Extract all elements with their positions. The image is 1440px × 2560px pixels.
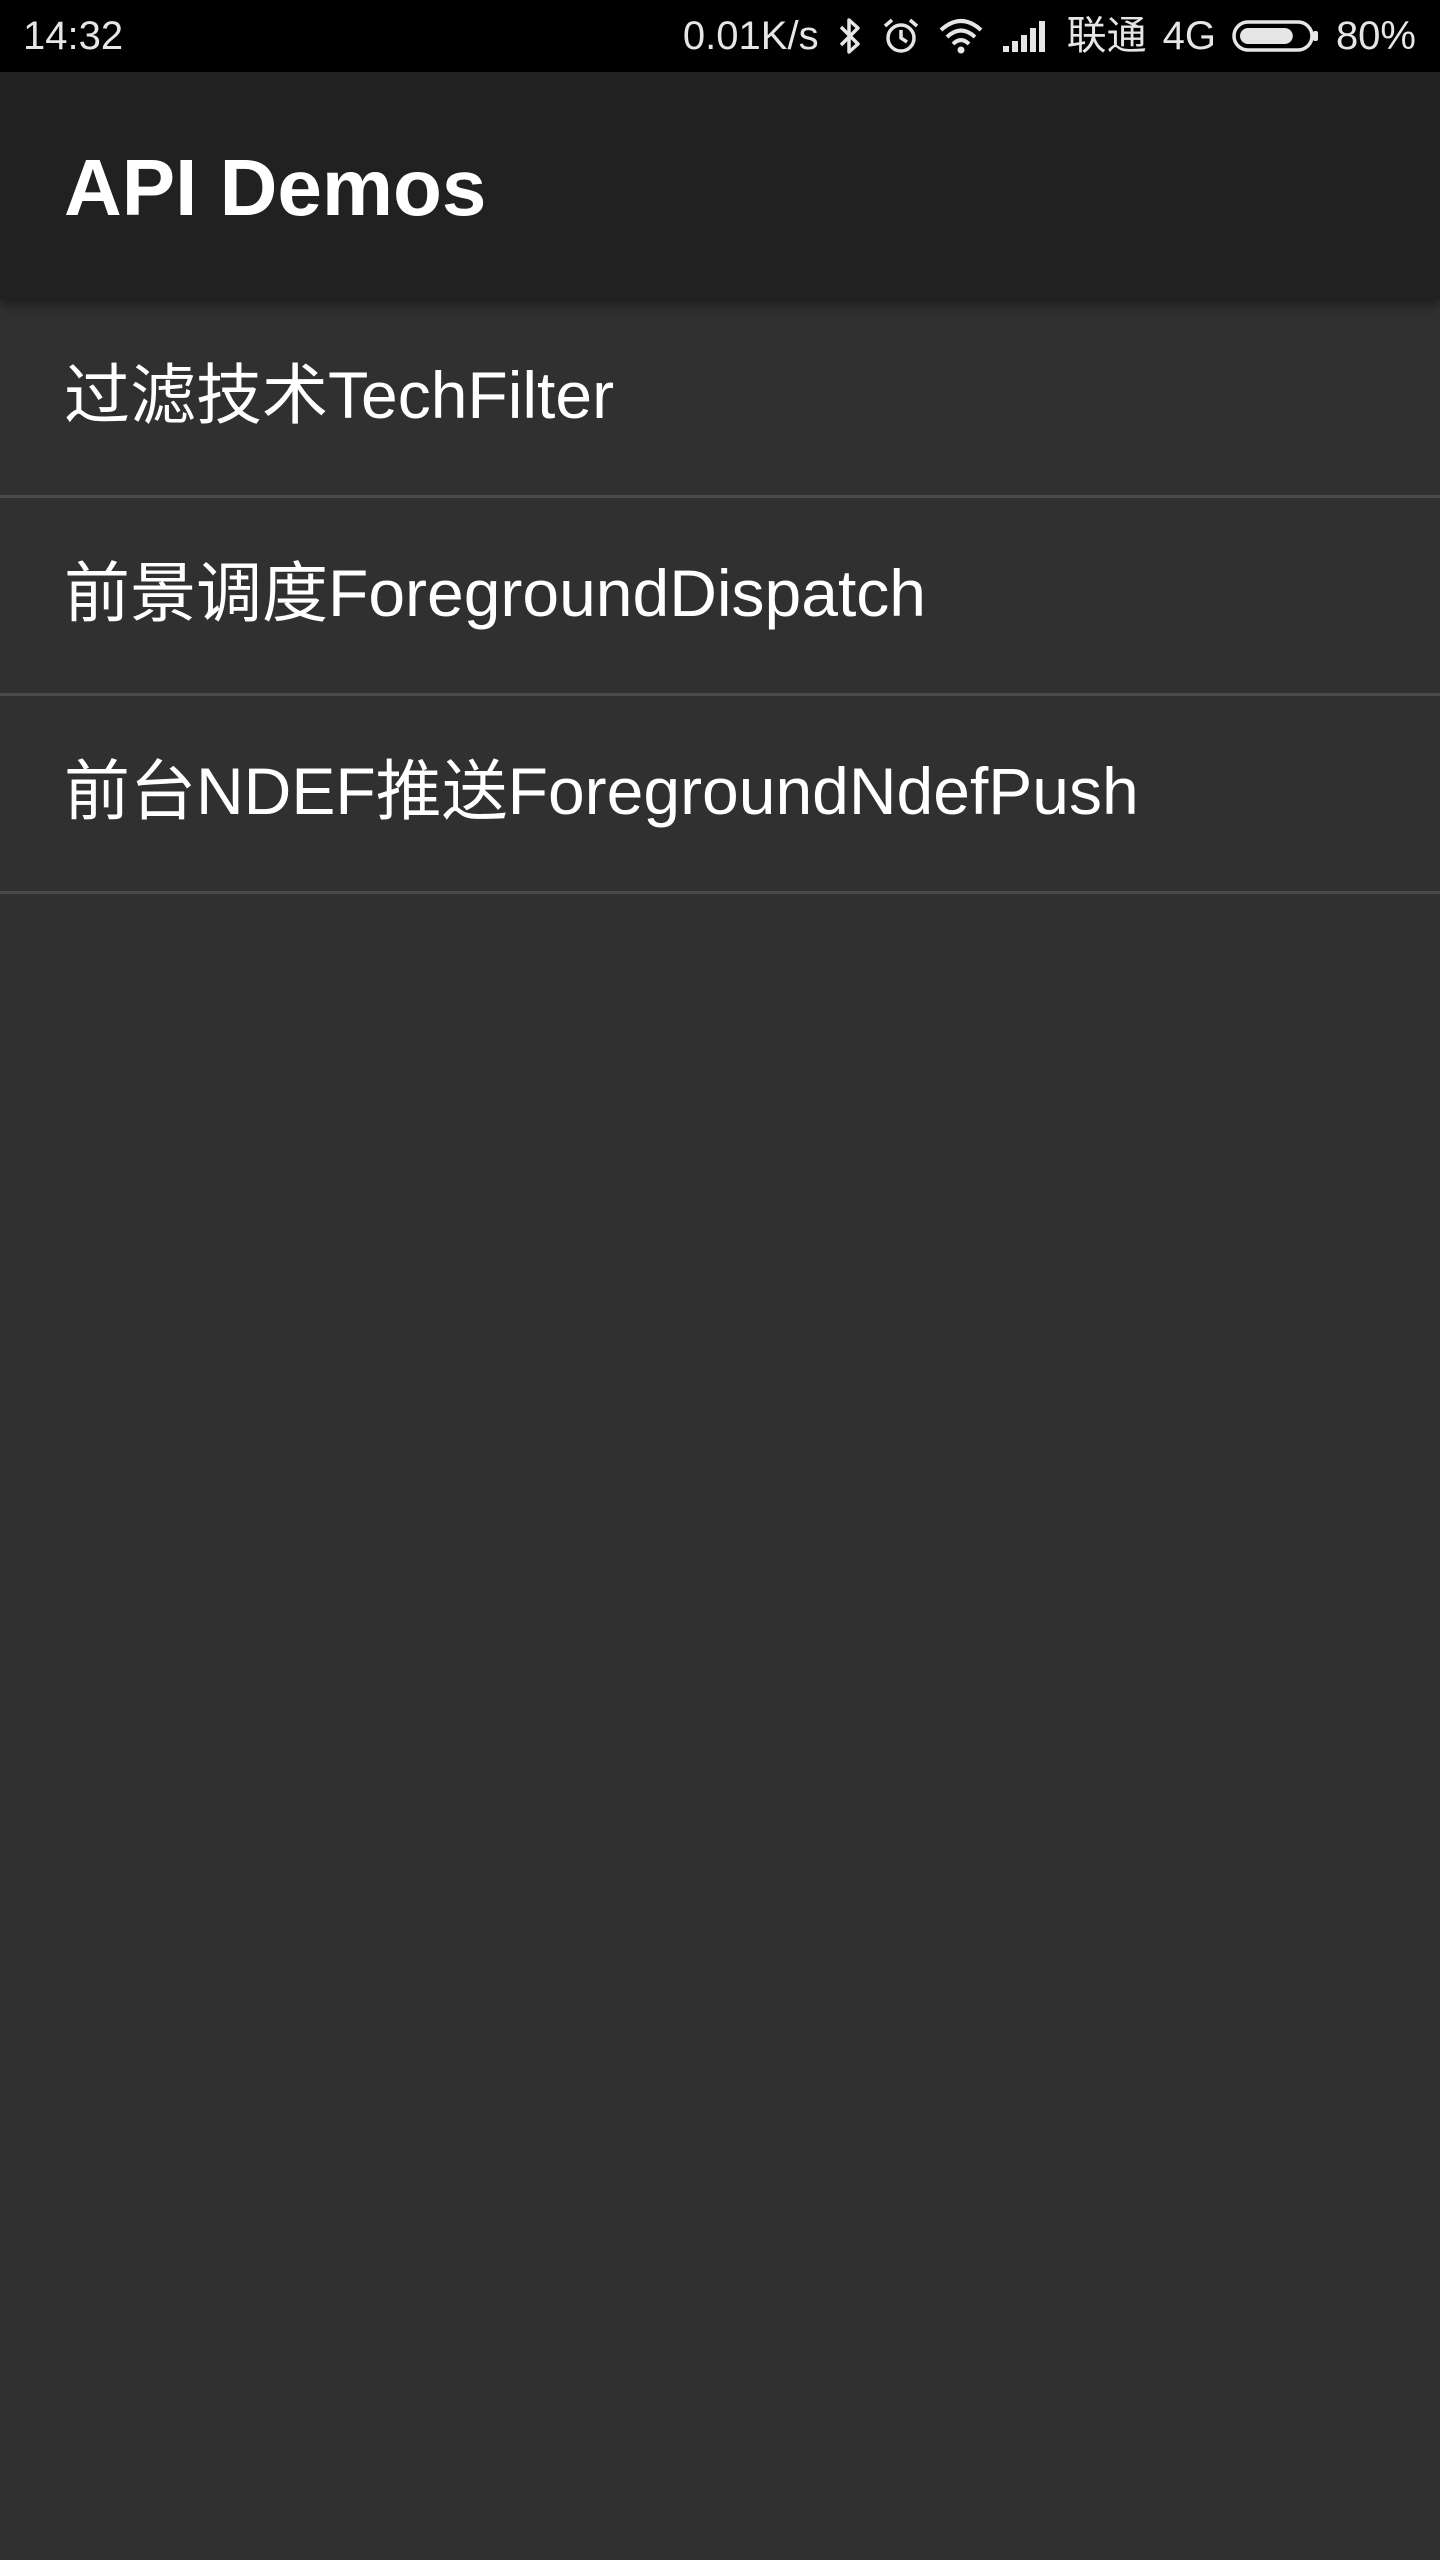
- alarm-icon: [881, 16, 921, 56]
- signal-icon: [1001, 16, 1051, 56]
- carrier-label: 联通: [1066, 14, 1147, 58]
- list-item-foreground-dispatch[interactable]: 前景调度ForegroundDispatch: [0, 498, 1440, 696]
- list-item-label: 前台NDEF推送ForegroundNdefPush: [64, 754, 1139, 828]
- battery-icon: [1232, 16, 1320, 56]
- status-indicators: 0.01K/s 联通 4G 80%: [683, 0, 1416, 72]
- page-title: API Demos: [64, 143, 487, 232]
- demo-list: 过滤技术TechFilter 前景调度ForegroundDispatch 前台…: [0, 300, 1440, 894]
- app-bar: API Demos: [0, 72, 1440, 300]
- bluetooth-icon: [835, 16, 865, 56]
- list-item-label: 过滤技术TechFilter: [64, 358, 615, 432]
- status-time: 14:32: [23, 14, 124, 58]
- list-item-foreground-ndef-push[interactable]: 前台NDEF推送ForegroundNdefPush: [0, 696, 1440, 894]
- list-item-tech-filter[interactable]: 过滤技术TechFilter: [0, 300, 1440, 498]
- wifi-icon: [937, 16, 985, 56]
- list-item-label: 前景调度ForegroundDispatch: [64, 556, 926, 630]
- battery-percent: 80%: [1335, 14, 1416, 58]
- network-type-label: 4G: [1162, 14, 1216, 58]
- status-bar: 14:32 0.01K/s 联通 4G 80%: [0, 0, 1440, 72]
- network-speed: 0.01K/s: [682, 14, 819, 58]
